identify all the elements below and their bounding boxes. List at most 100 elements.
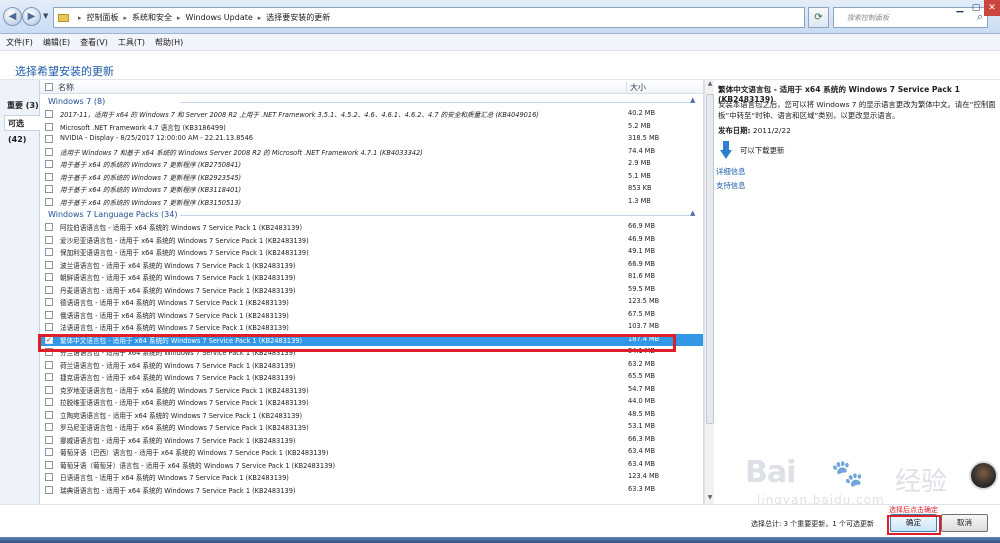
list-item[interactable]: 朝鲜语语言包 - 适用于 x64 系统的 Windows 7 Service P… [40, 271, 704, 284]
list-scrollbar[interactable]: ▲ ▼ [704, 80, 714, 504]
list-item[interactable]: 荷兰语语言包 - 适用于 x64 系统的 Windows 7 Service P… [40, 359, 704, 372]
update-checkbox[interactable] [45, 485, 53, 494]
list-item[interactable]: 用于基于 x64 的系统的 Windows 7 更新程序 (KB2750841)… [40, 158, 704, 171]
scroll-thumb[interactable] [706, 94, 714, 424]
update-checkbox[interactable] [45, 473, 53, 481]
update-checkbox[interactable] [45, 147, 53, 156]
maximize-icon[interactable]: ▢ [968, 0, 984, 16]
menu-view[interactable]: 查看(V) [80, 37, 108, 48]
scroll-down-icon[interactable]: ▼ [706, 494, 714, 504]
list-item[interactable]: 波兰语语言包 - 适用于 x64 系统的 Windows 7 Service P… [40, 259, 704, 272]
list-item[interactable]: Microsoft .NET Framework 4.7 语言包 (KB3186… [40, 121, 704, 134]
update-checkbox[interactable] [45, 122, 53, 131]
select-all-checkbox[interactable] [45, 83, 53, 91]
cancel-button[interactable]: 取消 [941, 514, 988, 532]
update-checkbox[interactable] [45, 172, 53, 181]
support-link[interactable]: 支持信息 [716, 180, 746, 191]
list-item[interactable]: 法语语言包 - 适用于 x64 系统的 Windows 7 Service Pa… [40, 321, 704, 334]
list-item[interactable]: 用于基于 x64 的系统的 Windows 7 更新程序 (KB3118401)… [40, 183, 704, 196]
update-checkbox[interactable] [45, 323, 53, 331]
update-checkbox[interactable] [45, 197, 53, 206]
menu-file[interactable]: 文件(F) [6, 37, 33, 48]
tab-optional[interactable]: 可选 (42) [4, 115, 40, 144]
list-item[interactable]: 阿拉伯语语言包 - 适用于 x64 系统的 Windows 7 Service … [40, 221, 704, 234]
list-item[interactable]: 葡萄牙语（巴西）语言包 - 适用于 x64 系统的 Windows 7 Serv… [40, 446, 704, 459]
update-checkbox[interactable] [45, 373, 53, 381]
breadcrumb[interactable]: ▸ 控制面板 ▸ 系统和安全 ▸ Windows Update ▸ 选择要安装的… [53, 7, 805, 28]
update-checkbox[interactable] [45, 273, 53, 281]
menu-edit[interactable]: 编辑(E) [43, 37, 70, 48]
update-checkbox[interactable] [45, 160, 53, 168]
list-item[interactable]: 用于基于 x64 的系统的 Windows 7 更新程序 (KB3150513)… [40, 196, 704, 209]
update-size: 65.5 MB [628, 372, 655, 380]
breadcrumb-item[interactable]: Windows Update [186, 13, 253, 22]
update-checkbox[interactable] [45, 235, 53, 244]
update-checkbox[interactable] [45, 448, 53, 456]
list-item[interactable]: 克罗地亚语语言包 - 适用于 x64 系统的 Windows 7 Service… [40, 384, 704, 397]
update-checkbox[interactable] [45, 260, 53, 269]
details-description: 安装本语言包之后，您可以将 Windows 7 的显示语言更改为繁体中文。请在“… [718, 100, 996, 120]
list-item[interactable]: 葡萄牙语（葡萄牙）语言包 - 适用于 x64 系统的 Windows 7 Ser… [40, 459, 704, 472]
chevron-right-icon[interactable]: ▸ [124, 14, 128, 22]
minimize-icon[interactable]: ▁ [952, 0, 968, 16]
list-item[interactable]: 俄语语言包 - 适用于 x64 系统的 Windows 7 Service Pa… [40, 309, 704, 322]
update-name: 瑞典语语言包 - 适用于 x64 系统的 Windows 7 Service P… [60, 486, 296, 495]
details-link[interactable]: 详细信息 [716, 166, 746, 177]
column-size[interactable]: 大小 [626, 82, 646, 92]
update-checkbox[interactable] [45, 248, 53, 256]
update-checkbox[interactable] [45, 285, 53, 294]
list-item[interactable]: 适用于 Windows 7 和基于 x64 系统的 Windows Server… [40, 146, 704, 159]
update-checkbox[interactable] [45, 423, 53, 431]
menu-help[interactable]: 帮助(H) [155, 37, 183, 48]
update-name: 罗马尼亚语语言包 - 适用于 x64 系统的 Windows 7 Service… [60, 424, 309, 432]
group-header[interactable]: Windows 7 (8) ▲ [40, 95, 704, 108]
update-checkbox[interactable] [45, 435, 53, 444]
list-item[interactable]: 爱沙尼亚语语言包 - 适用于 x64 系统的 Windows 7 Service… [40, 234, 704, 247]
update-checkbox[interactable] [45, 310, 53, 319]
update-size: 63.4 MB [628, 459, 655, 468]
breadcrumb-item[interactable]: 选择要安装的更新 [266, 12, 330, 23]
update-checkbox[interactable] [45, 110, 53, 118]
refresh-icon[interactable]: ⟳ [808, 7, 829, 28]
update-checkbox[interactable] [45, 360, 53, 369]
group-header[interactable]: Windows 7 Language Packs (34) ▲ [40, 208, 704, 221]
update-checkbox[interactable] [45, 385, 53, 394]
scroll-up-icon[interactable]: ▲ [706, 80, 714, 90]
collapse-icon[interactable]: ▲ [690, 209, 695, 217]
chevron-right-icon[interactable]: ▸ [177, 14, 181, 22]
update-checkbox[interactable] [45, 185, 53, 193]
details-panel: 繁体中文语言包 - 适用于 x64 系统的 Windows 7 Service … [714, 80, 1000, 504]
collapse-icon[interactable]: ▲ [690, 96, 695, 104]
update-checkbox[interactable] [45, 410, 53, 419]
list-item[interactable]: NVIDIA - Display - 8/25/2017 12:00:00 AM… [40, 133, 704, 146]
back-button[interactable]: ◀ [3, 7, 22, 26]
update-checkbox[interactable] [45, 398, 53, 406]
list-item[interactable]: 拉脱维亚语语言包 - 适用于 x64 系统的 Windows 7 Service… [40, 396, 704, 409]
list-item[interactable]: 瑞典语语言包 - 适用于 x64 系统的 Windows 7 Service P… [40, 484, 704, 497]
column-name[interactable]: 名称 [58, 82, 74, 93]
list-item[interactable]: 日语语言包 - 适用于 x64 系统的 Windows 7 Service Pa… [40, 471, 704, 484]
update-checkbox[interactable] [45, 298, 53, 306]
forward-button[interactable]: ▶ [22, 7, 41, 26]
list-item[interactable]: 2017-11，适用于 x64 的 Windows 7 和 Server 200… [40, 108, 704, 121]
close-icon[interactable]: ✕ [984, 0, 1000, 16]
chevron-right-icon[interactable]: ▸ [258, 14, 262, 22]
chevron-right-icon[interactable]: ▸ [78, 14, 82, 22]
breadcrumb-item[interactable]: 系统和安全 [132, 12, 172, 23]
list-item[interactable]: 罗马尼亚语语言包 - 适用于 x64 系统的 Windows 7 Service… [40, 421, 704, 434]
update-checkbox[interactable] [45, 135, 53, 143]
breadcrumb-item[interactable]: 控制面板 [87, 12, 119, 23]
list-item[interactable]: 挪威语语言包 - 适用于 x64 系统的 Windows 7 Service P… [40, 434, 704, 447]
tab-important[interactable]: 重要 (3) [4, 98, 40, 114]
list-item[interactable]: 保加利亚语语言包 - 适用于 x64 系统的 Windows 7 Service… [40, 246, 704, 259]
update-name: NVIDIA - Display - 8/25/2017 12:00:00 AM… [60, 134, 253, 142]
update-checkbox[interactable] [45, 460, 53, 469]
menu-tools[interactable]: 工具(T) [118, 37, 145, 48]
list-item[interactable]: 捷克语语言包 - 适用于 x64 系统的 Windows 7 Service P… [40, 371, 704, 384]
list-item[interactable]: 德语语言包 - 适用于 x64 系统的 Windows 7 Service Pa… [40, 296, 704, 309]
list-item[interactable]: 丹麦语语言包 - 适用于 x64 系统的 Windows 7 Service P… [40, 284, 704, 297]
list-item[interactable]: 用于基于 x64 的系统的 Windows 7 更新程序 (KB2923545)… [40, 171, 704, 184]
update-checkbox[interactable] [45, 223, 53, 231]
recent-pages-icon[interactable]: ▼ [43, 12, 48, 20]
list-item[interactable]: 立陶宛语语言包 - 适用于 x64 系统的 Windows 7 Service … [40, 409, 704, 422]
